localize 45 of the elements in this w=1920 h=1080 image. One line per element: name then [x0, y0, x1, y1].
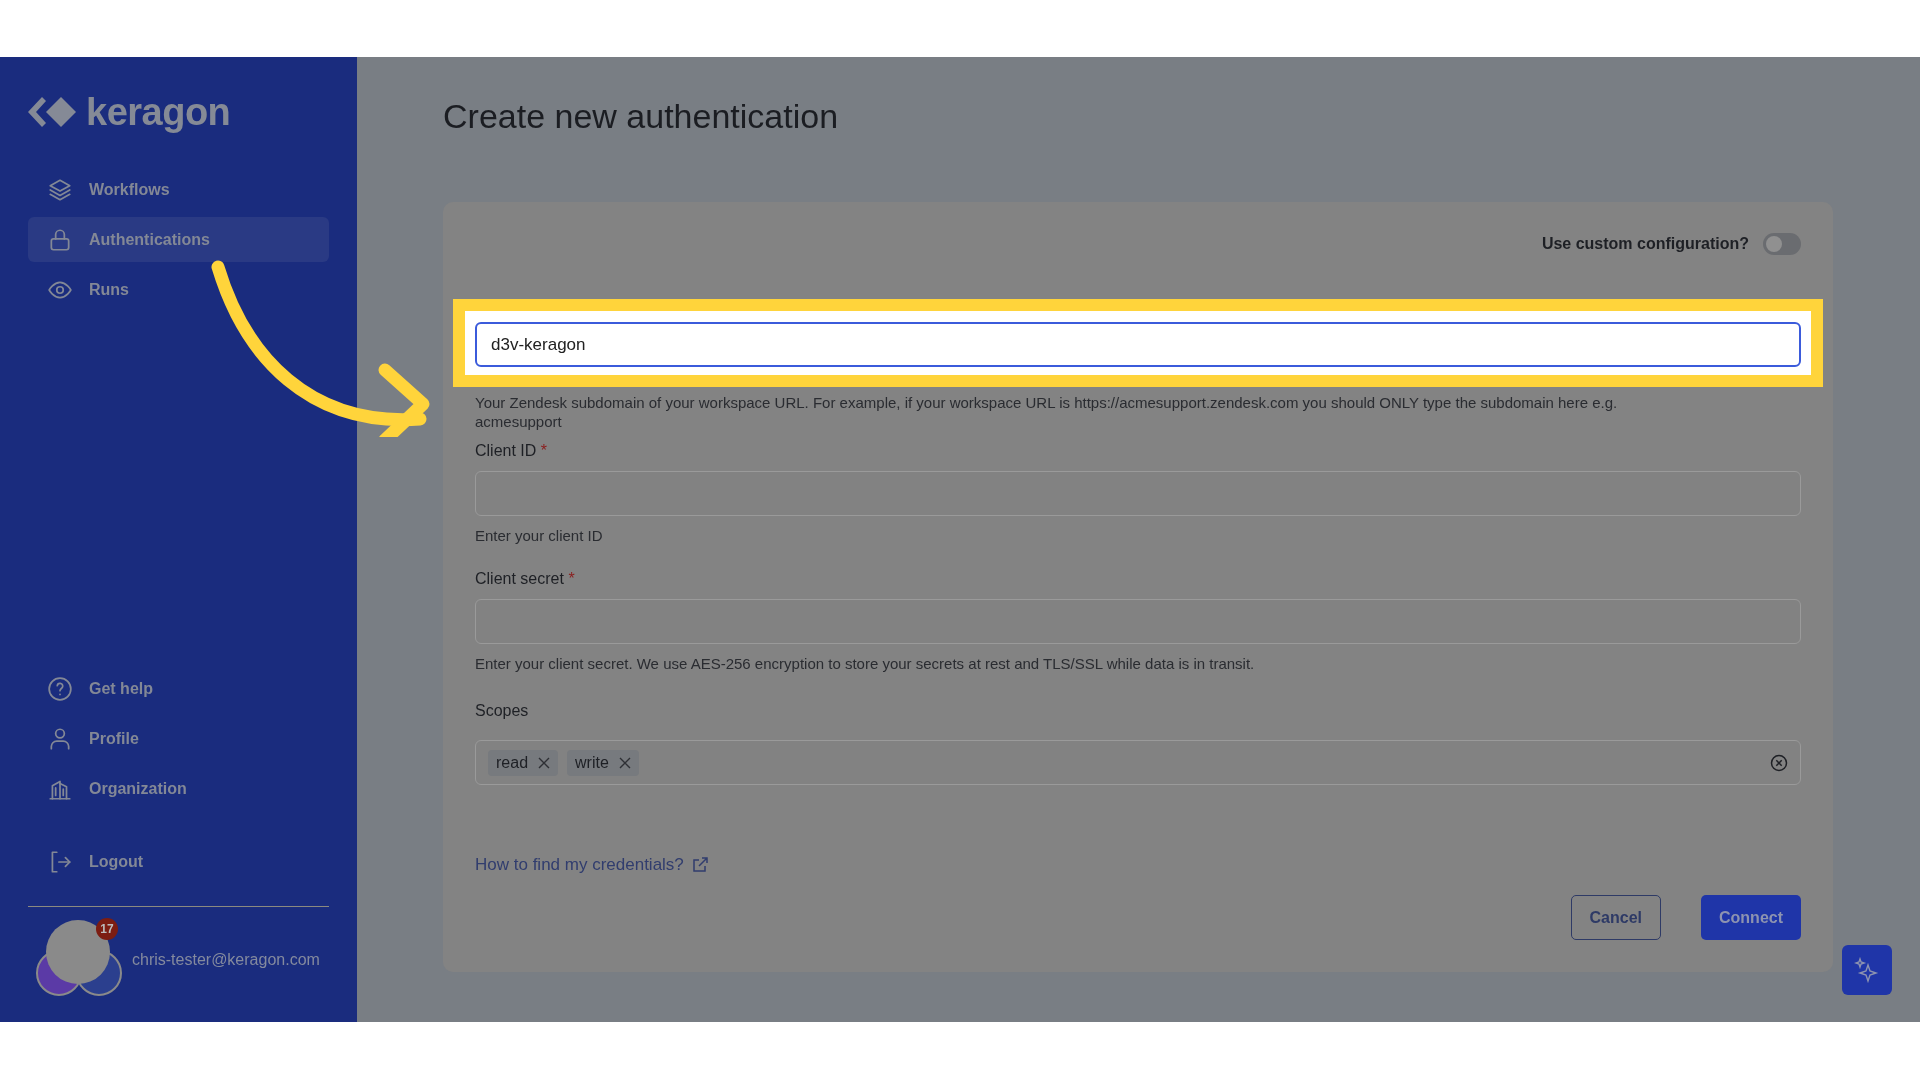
nav-item[interactable]: Organization	[28, 766, 329, 811]
nav-item[interactable]: Authentications	[28, 217, 329, 262]
close-icon[interactable]	[618, 756, 631, 769]
logo-icon	[28, 95, 78, 129]
close-icon[interactable]	[538, 756, 551, 769]
clear-icon[interactable]	[1770, 753, 1788, 772]
nav-label: Authentications	[89, 230, 210, 249]
help-text: Enter your client secret. We use AES-256 encryption to store your secrets at rest and TLS/SSL while data is in transit.	[475, 654, 1256, 673]
page-title: Create new authentication	[443, 96, 840, 137]
text-field[interactable]	[475, 471, 1801, 516]
help-text: Your Zendesk subdomain of your workspace URL. For example, if your workspace URL is https://acmesupport.zendesk.com you should ONLY type the subdomain here e.g. acmesupport	[475, 393, 1619, 431]
tag-label: write	[575, 753, 609, 772]
logout-link[interactable]: Logout	[28, 839, 329, 884]
nav-label: Workflows	[89, 180, 170, 199]
sparkle-icon	[1854, 957, 1880, 983]
field-label: Client secret *	[475, 569, 576, 589]
nav-item[interactable]: Workflows	[28, 167, 329, 212]
tag-label: read	[496, 753, 529, 772]
help-text: Enter your client ID	[475, 526, 604, 545]
cancel-button[interactable]: Cancel	[1570, 895, 1661, 940]
user-email: chris-tester@keragon.com	[132, 950, 320, 969]
nav-label: Logout	[89, 852, 144, 871]
toggle-switch[interactable]	[1763, 233, 1801, 255]
nav-item[interactable]: Get help	[28, 666, 329, 711]
notification-badge: 17	[96, 917, 118, 940]
subdomain-field[interactable]: d3v-keragon	[475, 322, 1801, 367]
field-label: Scopes	[475, 701, 530, 721]
connect-button[interactable]: Connect	[1701, 895, 1801, 940]
nav-label: Runs	[89, 280, 129, 299]
assistant-button[interactable]	[1842, 945, 1892, 995]
nav-label: Profile	[89, 729, 139, 748]
field-label: Client ID *	[475, 441, 549, 461]
lock-icon	[47, 226, 73, 253]
nav-label: Get help	[89, 679, 153, 698]
text-field[interactable]	[475, 599, 1801, 644]
toggle-label: Use custom configuration?	[1541, 235, 1749, 253]
scopes-field[interactable]: read write	[475, 740, 1801, 785]
help-icon	[47, 675, 73, 702]
user-icon	[47, 725, 73, 752]
nav-item[interactable]: Profile	[28, 716, 329, 761]
nav-label: Organization	[89, 779, 187, 798]
help-link[interactable]: How to find my credentials?	[475, 855, 684, 875]
logo-text: keragon	[86, 90, 231, 134]
nav-item[interactable]: Runs	[28, 267, 329, 312]
external-link-icon[interactable]	[691, 857, 708, 873]
